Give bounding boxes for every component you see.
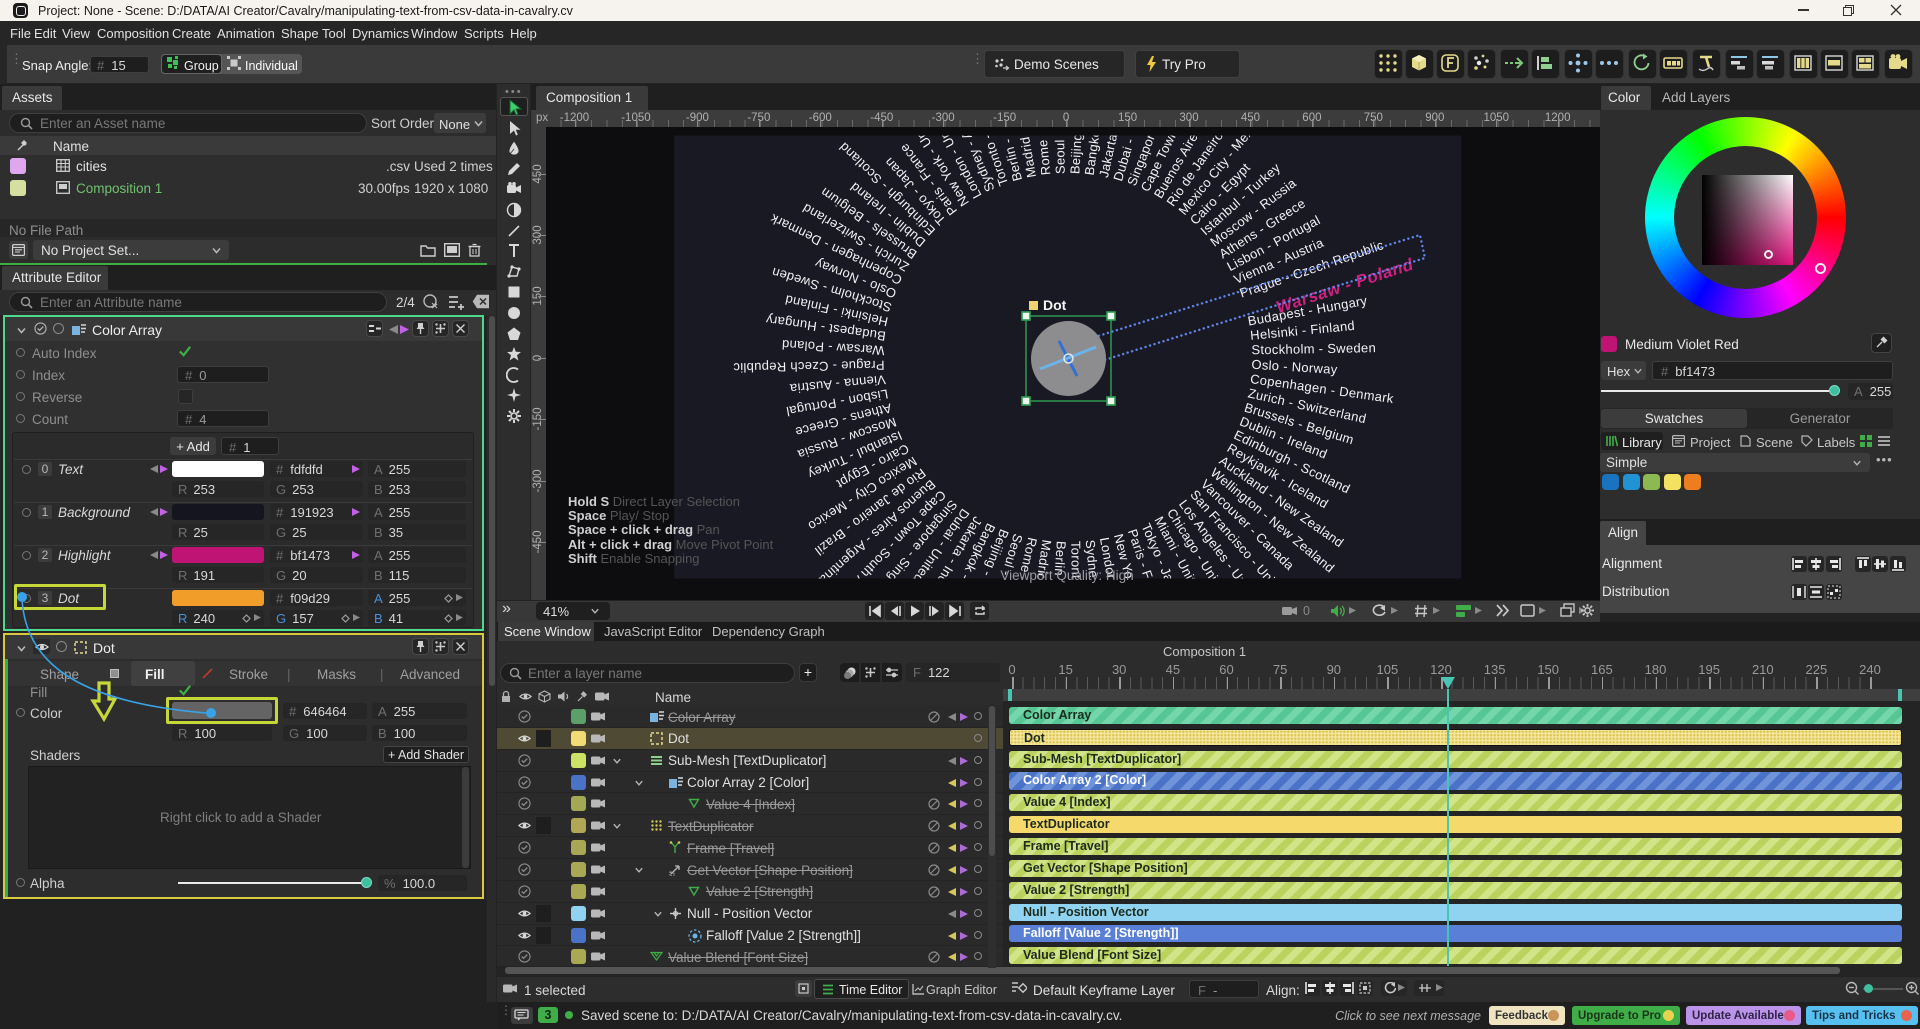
svg-text:Seoul - South Korea: Seoul - South Korea bbox=[1051, 127, 1068, 174]
svg-text:Stockholm - Sweden: Stockholm - Sweden bbox=[1251, 340, 1376, 357]
svg-text:Dot: Dot bbox=[1043, 297, 1067, 313]
svg-text:Viewport Quality: High: Viewport Quality: High bbox=[1000, 568, 1133, 583]
svg-text:Prague - Czech Republic: Prague - Czech Republic bbox=[733, 358, 885, 376]
